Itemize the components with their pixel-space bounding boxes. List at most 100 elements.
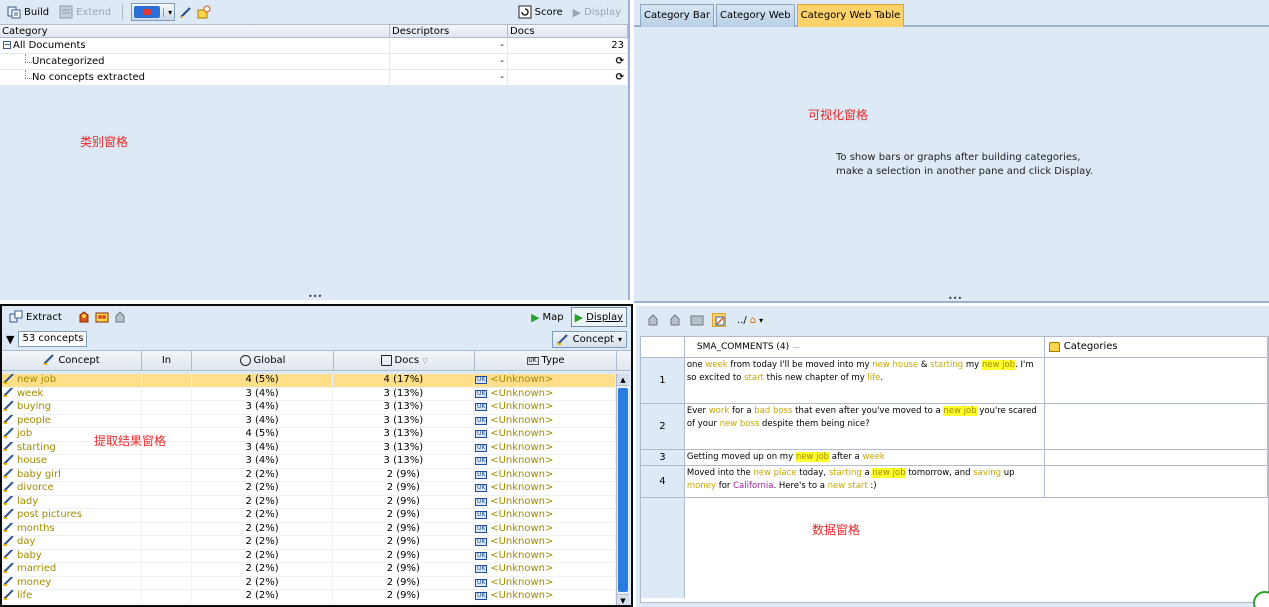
column-header-in[interactable]: In	[142, 351, 192, 370]
column-header-descriptors[interactable]: Descriptors	[390, 25, 508, 37]
concept-row[interactable]: day 2 (2%) 2 (9%) UK <Unknown>	[2, 536, 616, 550]
concept-row[interactable]: people 3 (4%) 3 (13%) UK <Unknown>	[2, 414, 616, 428]
selected-concept-highlight: new job	[981, 360, 1016, 370]
concept-row[interactable]: months 2 (2%) 2 (9%) UK <Unknown>	[2, 522, 616, 536]
build-button[interactable]: Build	[4, 2, 52, 22]
scrollbar-thumb[interactable]	[618, 388, 628, 592]
concept-row[interactable]: life 2 (2%) 2 (9%) UK <Unknown>	[2, 590, 616, 604]
concept-row[interactable]: lady 2 (2%) 2 (9%) UK <Unknown>	[2, 495, 616, 509]
column-header-docs[interactable]: Docs ▽	[334, 351, 475, 370]
type-icon: UK	[475, 538, 488, 547]
column-header-concept[interactable]: Concept	[2, 351, 142, 370]
remove-category-icon[interactable]	[668, 313, 682, 327]
category-dropdown-button[interactable]: ▾	[131, 3, 176, 21]
concept-row[interactable]: divorce 2 (2%) 2 (9%) UK <Unknown>	[2, 482, 616, 496]
column-header-label: Concept	[58, 355, 100, 366]
concept-row[interactable]: week 3 (4%) 3 (13%) UK <Unknown>	[2, 387, 616, 401]
concept-row[interactable]: new job 4 (5%) 4 (17%) UK <Unknown>	[2, 374, 616, 388]
keyword-highlight: California	[733, 481, 774, 491]
concept-row[interactable]: baby 2 (2%) 2 (9%) UK <Unknown>	[2, 549, 616, 563]
category-row-uncategorized[interactable]: Uncategorized - ⟳	[0, 54, 628, 70]
type-cell: UK <Unknown>	[474, 374, 616, 387]
tab-category-bar[interactable]: Category Bar	[640, 4, 714, 27]
filter-icon[interactable]: ▼	[6, 333, 14, 346]
splitter-handle[interactable]: •••	[308, 292, 322, 300]
column-header-comments[interactable]: SMA_COMMENTS (4) —	[685, 337, 1045, 357]
map-button[interactable]: ▶ Map	[528, 307, 567, 327]
concept-row[interactable]: money 2 (2%) 2 (9%) UK <Unknown>	[2, 576, 616, 590]
display-button[interactable]: ▶ Display	[570, 307, 627, 327]
global-cell: 3 (4%)	[192, 455, 334, 468]
concept-row[interactable]: married 2 (2%) 2 (9%) UK <Unknown>	[2, 563, 616, 577]
visualization-pane: Category Bar Category Web Category Web T…	[634, 0, 1269, 303]
extend-button[interactable]: Extend	[56, 2, 114, 22]
selected-concept-highlight: new job	[795, 452, 830, 462]
extract-button[interactable]: Extract	[6, 307, 65, 327]
display-button[interactable]: ▶ Display	[570, 2, 624, 22]
data-row[interactable]: 1 one week from today I'll be moved into …	[641, 358, 1268, 404]
collapse-icon[interactable]: −	[3, 41, 11, 49]
tab-category-web[interactable]: Category Web	[715, 4, 795, 27]
concept-icon	[556, 333, 569, 345]
view-select-value: Concept	[572, 333, 614, 345]
concept-row[interactable]: post pictures 2 (2%) 2 (9%) UK <Unknown>	[2, 509, 616, 523]
data-row[interactable]: 2 Ever work for a bad boss that even afte…	[641, 404, 1268, 450]
in-cell	[142, 590, 192, 603]
concept-row[interactable]: baby girl 2 (2%) 2 (9%) UK <Unknown>	[2, 468, 616, 482]
column-header-global[interactable]: Global	[192, 351, 334, 370]
scroll-up-icon[interactable]: ▲	[617, 374, 629, 386]
column-header-categories[interactable]: Categories	[1045, 337, 1268, 357]
score-button[interactable]: Score	[515, 2, 566, 22]
global-cell: 3 (4%)	[192, 441, 334, 454]
highlight-toggle-icon[interactable]	[712, 313, 726, 327]
column-header-docs[interactable]: Docs	[508, 25, 628, 37]
category-folder-icon[interactable]	[197, 5, 211, 19]
add-to-category-icon[interactable]	[646, 313, 660, 327]
refresh-icon[interactable]: ⟳	[508, 70, 628, 85]
view-select[interactable]: Concept ▾	[551, 330, 627, 348]
category-map-icon[interactable]	[690, 313, 704, 327]
category-row-all-documents[interactable]: − All Documents - 23	[0, 38, 628, 54]
concept-row[interactable]: house 3 (4%) 3 (13%) UK <Unknown>	[2, 455, 616, 469]
add-concept-icon[interactable]	[77, 310, 91, 324]
play-icon: ▶	[574, 310, 584, 324]
splitter-handle[interactable]: •••	[948, 294, 962, 301]
column-header-category[interactable]: Category	[0, 25, 390, 37]
concept-icon	[43, 353, 55, 368]
concept-map-icon[interactable]	[95, 310, 109, 324]
column-header-type[interactable]: UK Type	[475, 351, 617, 370]
visualization-empty-message: To show bars or graphs after building ca…	[836, 151, 1093, 179]
scroll-down-icon[interactable]: ▼	[617, 594, 629, 605]
edit-pencil-icon[interactable]	[179, 5, 193, 19]
concept-row[interactable]: buying 3 (4%) 3 (13%) UK <Unknown>	[2, 401, 616, 415]
type-icon: UK	[475, 376, 488, 385]
type-cell: UK <Unknown>	[474, 495, 616, 508]
display-options-button[interactable]: ../ ⌂ ▾	[734, 310, 766, 330]
concept-label: buying	[17, 401, 52, 413]
type-label: <Unknown>	[490, 455, 554, 467]
comment-text: one	[686, 360, 706, 370]
type-label: <Unknown>	[490, 374, 554, 386]
data-row[interactable]: 4 Moved into the new place today, startin…	[641, 466, 1268, 498]
lock-icon[interactable]	[113, 310, 127, 324]
comment-cell: Getting moved up on my new job after a w…	[685, 450, 1045, 465]
categories-cell	[1045, 358, 1268, 403]
extract-label: Extract	[26, 311, 62, 323]
concept-label: baby	[17, 549, 42, 561]
vertical-scrollbar[interactable]: ▲ ▼	[616, 374, 629, 605]
type-label: <Unknown>	[490, 401, 554, 413]
data-pane-annotation: 数据窗格	[812, 523, 861, 537]
concept-cell: married	[2, 563, 142, 576]
refresh-icon[interactable]: ⟳	[508, 54, 628, 69]
data-row[interactable]: 3 Getting moved up on my new job after a …	[641, 450, 1268, 466]
concept-cell: new job	[2, 374, 142, 387]
comment-text: a	[861, 468, 873, 478]
in-cell	[142, 563, 192, 576]
in-cell	[142, 414, 192, 427]
category-row-no-concepts[interactable]: No concepts extracted - ⟳	[0, 70, 628, 86]
tab-category-web-table[interactable]: Category Web Table	[796, 4, 905, 27]
concept-icon	[3, 590, 15, 603]
display-label: Display	[586, 311, 623, 323]
concept-icon	[3, 495, 15, 509]
sort-icon: —	[793, 343, 801, 351]
